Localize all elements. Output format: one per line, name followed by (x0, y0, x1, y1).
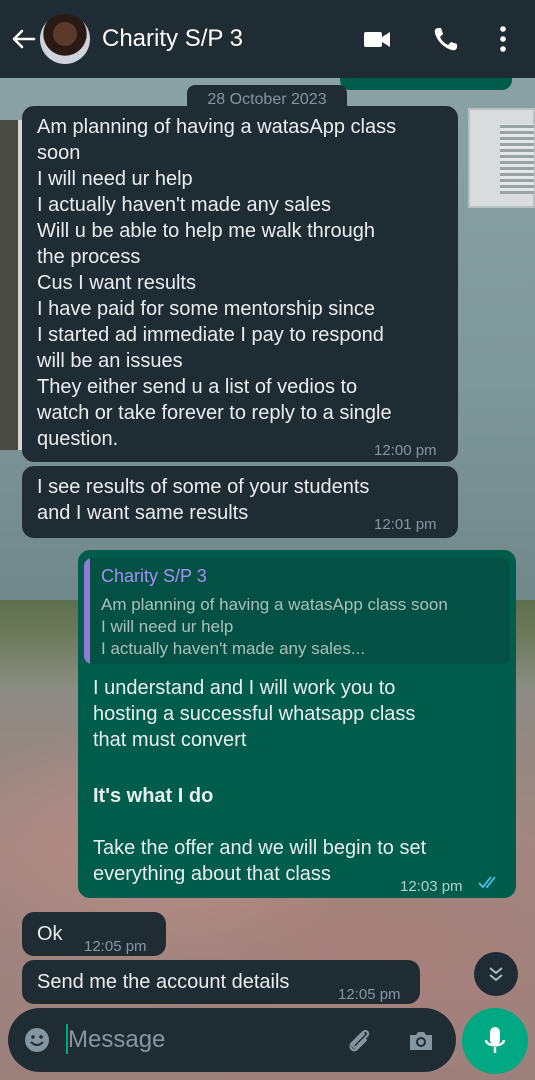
quoted-message[interactable]: Charity S/P 3 Am planning of having a wa… (84, 558, 510, 664)
message-text-bold: It's what I do (93, 785, 214, 807)
message-text: Ok (37, 923, 63, 945)
contact-name[interactable]: Charity S/P 3 (102, 25, 243, 53)
quote-text: Am planning of having a watasApp class s… (101, 595, 448, 658)
message-time: 12:05 pm (338, 986, 401, 1003)
avatar[interactable] (40, 14, 90, 64)
incoming-message[interactable]: Ok 12:05 pm (22, 912, 166, 956)
message-input[interactable]: Message (68, 1026, 165, 1054)
quote-author: Charity S/P 3 (101, 566, 207, 586)
attach-icon[interactable] (344, 1026, 374, 1056)
scroll-down-button[interactable] (474, 952, 518, 996)
incoming-message[interactable]: Am planning of having a watasApp class s… (22, 106, 458, 462)
incoming-message[interactable]: Send me the account details 12:05 pm (22, 960, 420, 1004)
video-call-icon[interactable] (362, 24, 392, 54)
message-text: Send me the account details (37, 971, 290, 993)
wallpaper-window (0, 120, 22, 450)
mic-icon (484, 1027, 506, 1053)
scroll-down-icon (489, 967, 503, 982)
message-text: Am planning of having a watasApp class s… (37, 116, 397, 450)
message-time: 12:01 pm (374, 516, 437, 533)
quote-bar (84, 558, 90, 664)
phone-icon[interactable] (431, 24, 461, 54)
message-time: 12:03 pm (400, 878, 463, 895)
wallpaper-ac-unit (468, 108, 535, 208)
incoming-message[interactable]: I see results of some of your students a… (22, 466, 458, 538)
chat-header: Charity S/P 3 (0, 0, 535, 78)
emoji-icon[interactable] (23, 1026, 51, 1054)
double-check-icon (478, 876, 496, 889)
message-time: 12:05 pm (84, 938, 147, 955)
more-options-icon[interactable] (488, 24, 518, 54)
message-time: 12:00 pm (374, 442, 437, 459)
back-arrow-icon[interactable] (8, 24, 38, 54)
message-text: I understand and I will work you to host… (93, 677, 416, 751)
mic-button[interactable] (462, 1008, 528, 1074)
camera-icon[interactable] (406, 1026, 436, 1056)
